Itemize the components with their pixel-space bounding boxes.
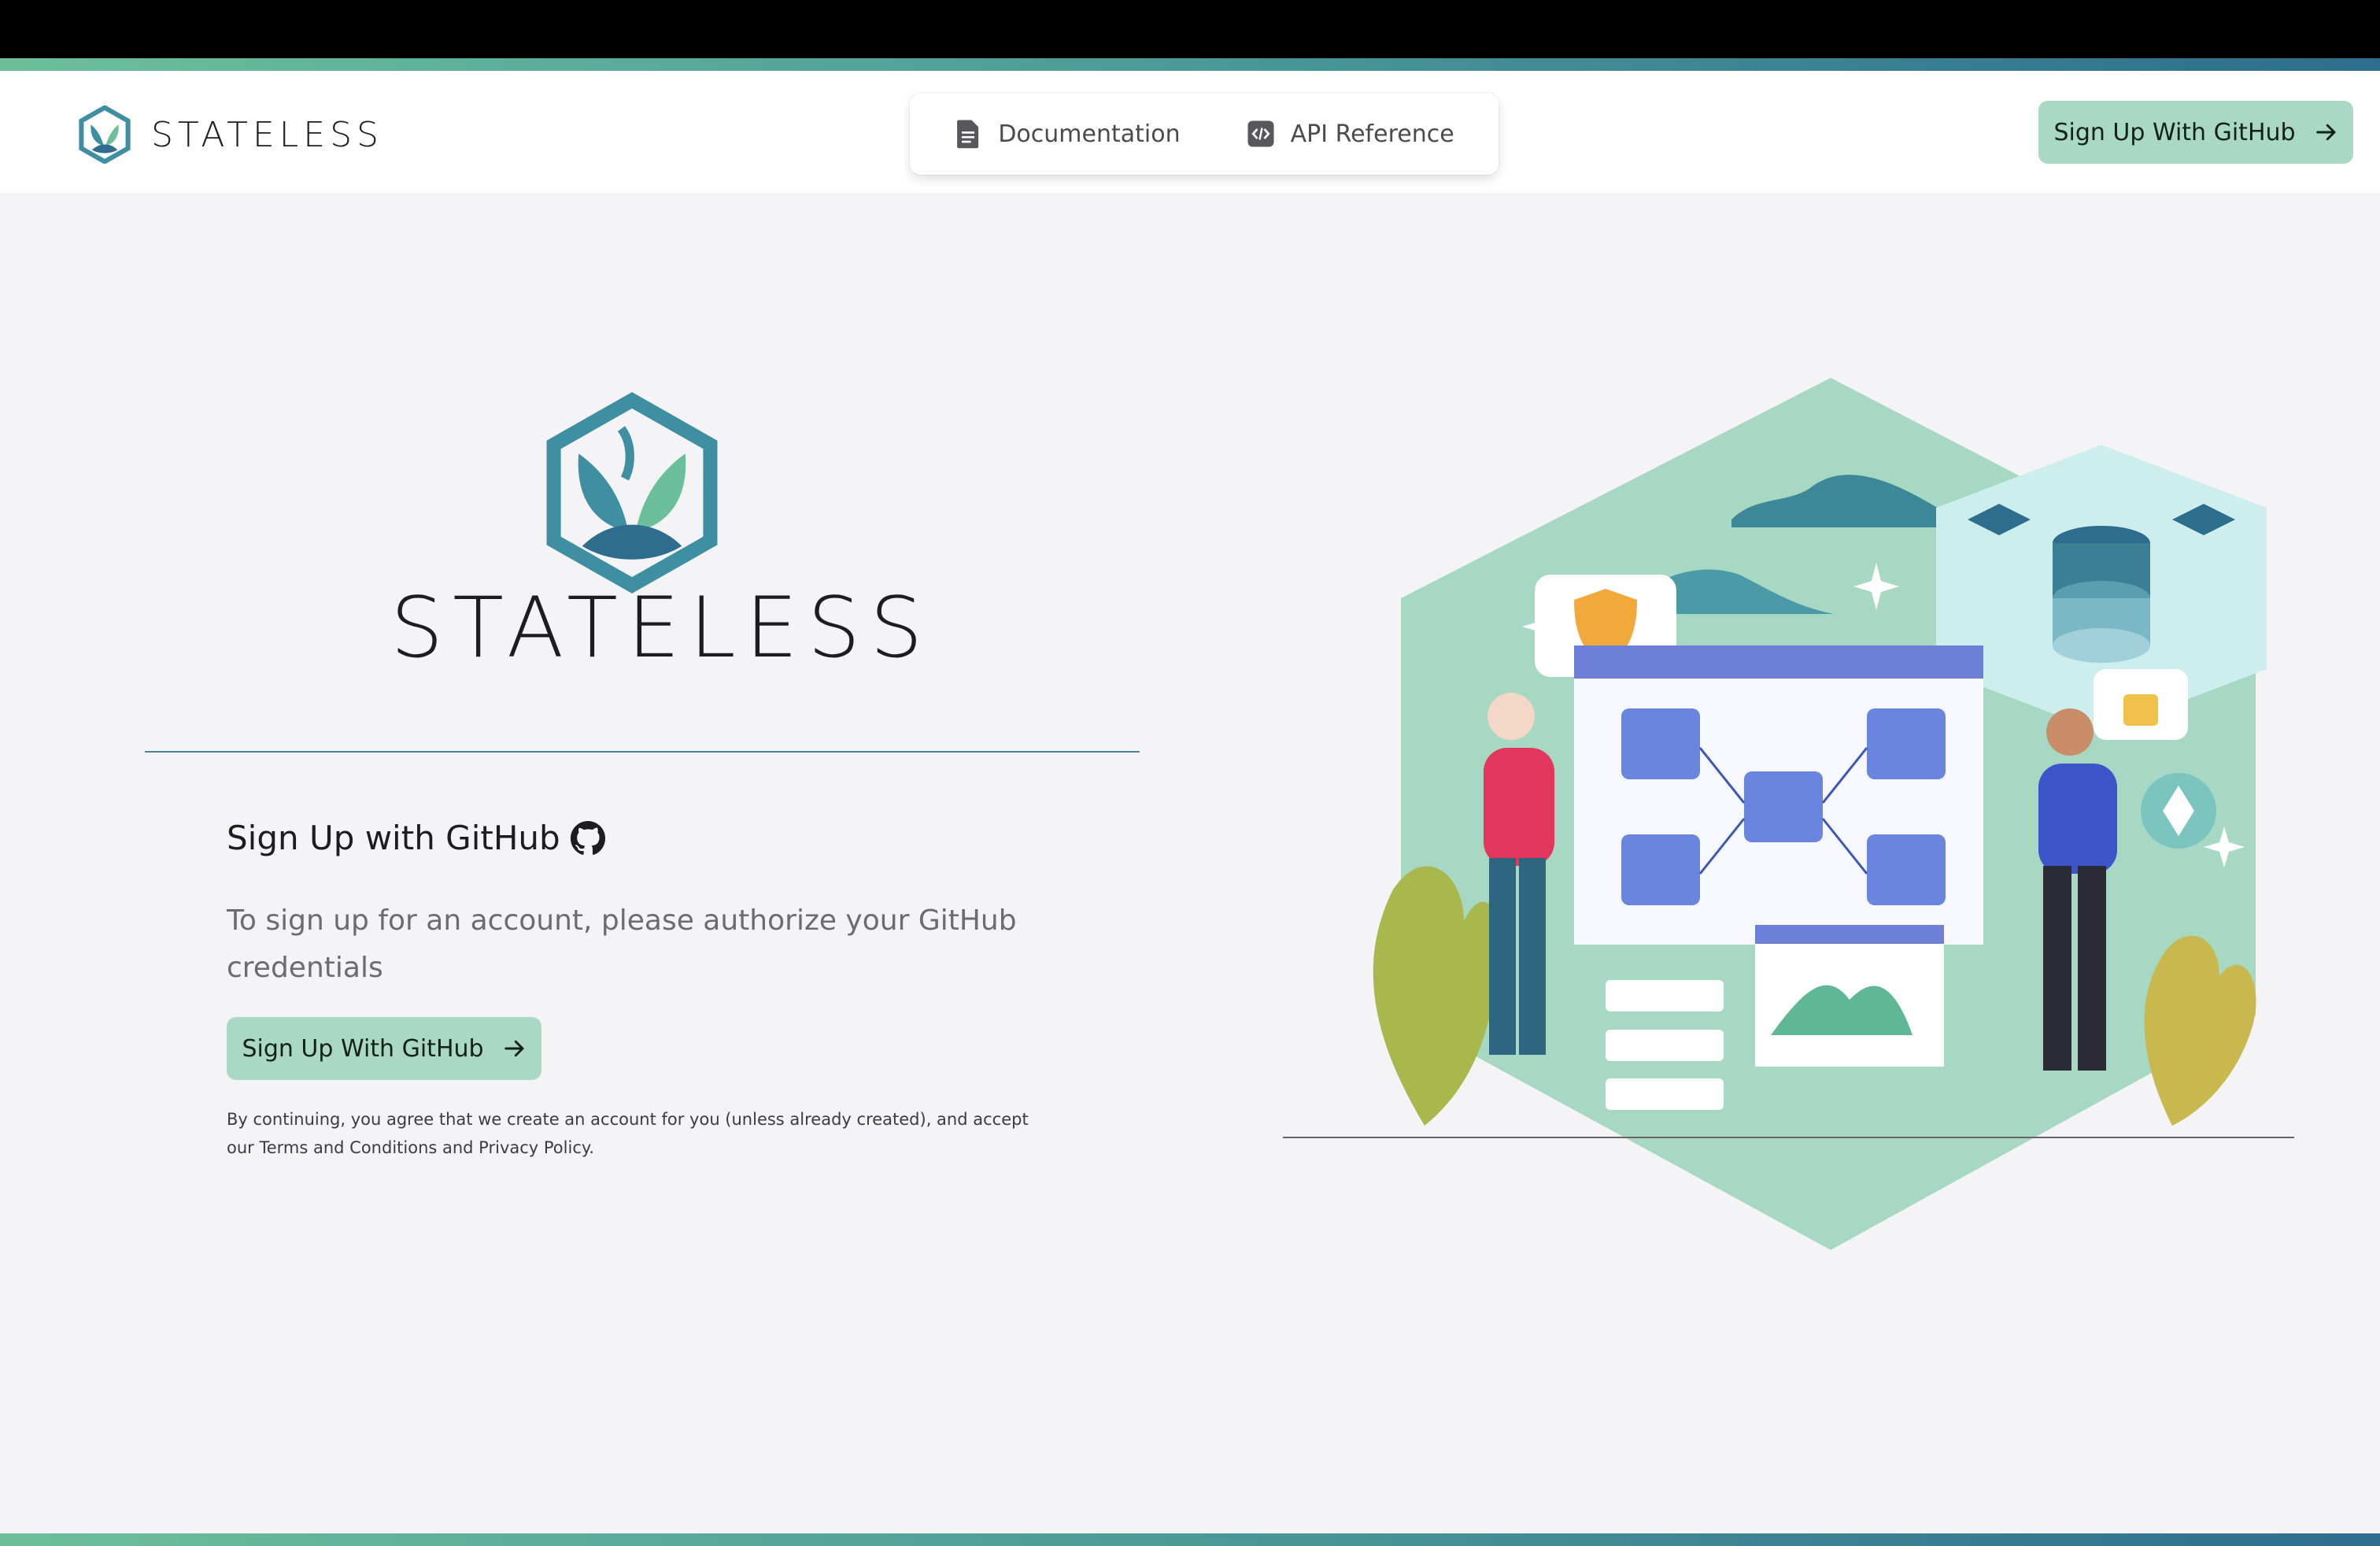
brand-logo-link[interactable]: STATELESS [77,105,383,164]
stateless-logo-icon [79,105,131,164]
arrow-right-icon [2315,124,2336,141]
header-signup-button-label: Sign Up With GitHub [2053,118,2296,146]
nav-api-reference[interactable]: API Reference [1247,119,1454,149]
brand-name: STATELESS [151,114,383,155]
arrow-right-icon [504,1040,524,1057]
signup-github-button-label: Sign Up With GitHub [242,1034,484,1063]
github-icon [570,820,605,855]
nav-documentation[interactable]: Documentation [954,119,1181,149]
stateless-hero-logo [546,392,718,594]
database-icon [2053,526,2150,663]
signup-github-button[interactable]: Sign Up With GitHub [227,1017,541,1080]
legal-notice: By continuing, you agree that we create … [227,1110,1029,1157]
lock-icon [2123,694,2158,726]
hero-wordmark: STATELESS [390,579,933,676]
nav-documentation-label: Documentation [998,120,1181,148]
hero-illustration [1283,378,2294,1250]
top-gradient-strip [0,58,2380,71]
signup-title: Sign Up with GitHub [227,819,606,857]
server-rack [1606,1030,1724,1061]
signup-subtitle: To sign up for an account, please author… [227,904,1017,984]
server-rack [1606,1078,1724,1110]
chart-window [1755,925,1944,1067]
browser-titlebar [1574,645,1983,679]
bottom-gradient-strip [0,1533,2380,1546]
signup-title-text: Sign Up with GitHub [227,819,560,857]
plant-left [1373,866,1501,1126]
document-icon [957,120,979,149]
top-black-bar [0,0,2380,58]
site-header: STATELESS Documentation API Reference Si… [0,71,2380,193]
nav-api-reference-label: API Reference [1290,120,1454,148]
server-rack [1606,980,1724,1012]
section-divider [145,751,1140,753]
main-nav: Documentation API Reference [910,93,1499,175]
header-signup-button[interactable]: Sign Up With GitHub [2038,101,2353,164]
code-icon [1247,120,1274,147]
